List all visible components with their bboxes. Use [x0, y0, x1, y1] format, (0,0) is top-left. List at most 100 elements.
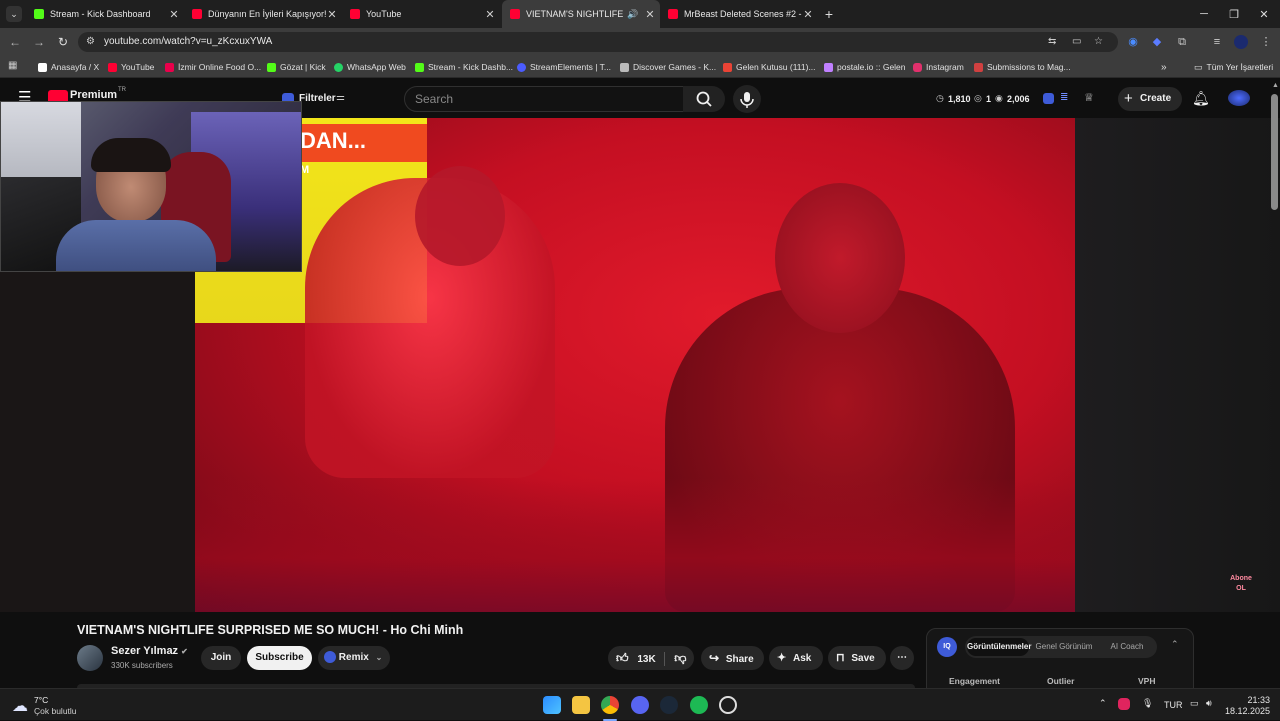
bookmarks-bar: ▦ Anasayfa / X YouTube İzmir Online Food…	[0, 56, 1280, 78]
bookmark-item[interactable]: Gelen Kutusu (111)...	[723, 60, 816, 74]
microphone-tray-icon[interactable]: 🎙︎	[1142, 698, 1153, 709]
tray-overflow-icon[interactable]: ⌃	[1099, 698, 1107, 709]
browser-tab-active[interactable]: VIETNAM'S NIGHTLIFE SUR 🔊 ✕	[502, 0, 660, 28]
new-tab-button[interactable]: +	[821, 6, 837, 22]
bookmark-item[interactable]: WhatsApp Web	[334, 60, 406, 74]
spotify-icon[interactable]	[690, 696, 708, 714]
close-window-icon[interactable]: ✕	[1248, 0, 1280, 28]
address-bar[interactable]: ⚙ youtube.com/watch?v=u_zKcxuxYWA ⇆ ▭ ☆	[78, 32, 1118, 52]
kick-icon	[620, 62, 629, 72]
network-icon[interactable]: ▭	[1190, 698, 1199, 709]
share-button[interactable]: ↪ Share	[701, 646, 764, 670]
windows-start-icon[interactable]	[543, 696, 561, 714]
bookmark-item[interactable]: postale.io :: Gelen	[824, 60, 906, 74]
discord-icon[interactable]	[631, 696, 649, 714]
reload-icon[interactable]: ↻	[55, 34, 71, 50]
save-button[interactable]: ⊓ Save	[828, 646, 886, 670]
translate-icon[interactable]: ⇆	[1048, 32, 1056, 52]
streamelements-icon	[517, 62, 526, 72]
like-count[interactable]: 13K	[637, 654, 655, 665]
bookmark-item[interactable]: Submissions to Mag...	[974, 60, 1071, 74]
browser-tab[interactable]: YouTube ✕	[342, 0, 500, 28]
account-avatar[interactable]	[1228, 90, 1250, 106]
forward-icon[interactable]: →	[31, 34, 47, 50]
browser-tab[interactable]: Stream - Kick Dashboard ✕	[26, 0, 184, 28]
steam-icon[interactable]	[660, 696, 678, 714]
video-player[interactable]: DAN... M	[195, 118, 1075, 612]
cast-icon[interactable]: ▭	[1072, 32, 1081, 52]
file-explorer-icon[interactable]	[572, 696, 590, 714]
tab-overview[interactable]: Genel Görünüm	[1033, 638, 1095, 656]
tab-title: Stream - Kick Dashboard	[50, 9, 151, 19]
voice-search-button[interactable]	[733, 85, 761, 113]
vidiq-icon[interactable]	[1043, 93, 1054, 104]
notifications-bell-icon[interactable]: 🔔︎	[1192, 90, 1210, 107]
weather-description[interactable]: Çok bulutlu	[34, 706, 77, 716]
weather-temperature[interactable]: 7°C	[34, 695, 48, 705]
profile-avatar-icon[interactable]	[1234, 35, 1248, 49]
browser-tab[interactable]: Dünyanın En İyileri Kapışıyor! 2 ✕	[184, 0, 342, 28]
close-tab-icon[interactable]: ✕	[326, 8, 338, 21]
apps-grid-icon[interactable]: ▦	[8, 60, 17, 71]
kebab-menu-icon[interactable]: ⋮	[1259, 35, 1273, 49]
bookmark-item[interactable]: Stream - Kick Dashb...	[415, 60, 513, 74]
filter-sliders-icon[interactable]: ⚌	[336, 92, 345, 103]
search-input[interactable]: Search	[404, 86, 684, 112]
tab-ai-coach[interactable]: AI Coach	[1099, 638, 1155, 656]
channel-name[interactable]: Sezer Yılmaz ✔	[111, 645, 188, 657]
restore-icon[interactable]: ❐	[1218, 0, 1250, 28]
join-button[interactable]: Join	[201, 646, 241, 670]
close-tab-icon[interactable]: ✕	[802, 8, 814, 21]
remix-button[interactable]: Remix ⌄	[318, 646, 390, 670]
whatsapp-icon	[334, 62, 343, 72]
channel-avatar[interactable]	[77, 645, 103, 671]
clock-date[interactable]: 18.12.2025	[1224, 706, 1270, 716]
tab-search-button[interactable]: ⌄	[6, 6, 22, 22]
bookmark-item[interactable]: Instagram	[913, 60, 964, 74]
bookmark-item[interactable]: Anasayfa / X	[38, 60, 99, 74]
youtube-premium-label[interactable]: Premium	[70, 89, 117, 101]
clock-time[interactable]: 21:33	[1230, 695, 1270, 705]
filters-button[interactable]: Filtreler	[299, 93, 336, 104]
tray-app-icon[interactable]	[1118, 698, 1130, 710]
chevron-up-icon[interactable]: ⌃	[1171, 639, 1179, 650]
ask-button[interactable]: ✦ Ask	[769, 646, 823, 670]
more-bookmarks-icon[interactable]: »	[1161, 60, 1167, 74]
bookmark-item[interactable]: StreamElements | T...	[517, 60, 611, 74]
close-tab-icon[interactable]: ✕	[168, 8, 180, 21]
language-indicator[interactable]: TUR	[1164, 700, 1183, 710]
browser-tab[interactable]: MrBeast Deleted Scenes #2 - Yo ✕	[660, 0, 818, 28]
vidiq-extension-icon[interactable]: ◆	[1150, 35, 1164, 49]
site-info-icon[interactable]: ⚙	[86, 32, 95, 52]
page-scrollbar-thumb[interactable]	[1271, 94, 1278, 210]
all-bookmarks-folder[interactable]: ▭ Tüm Yer İşaretleri	[1194, 60, 1273, 74]
back-icon[interactable]: ←	[7, 34, 23, 50]
bookmark-item[interactable]: Discover Games - K...	[620, 60, 716, 74]
tab-views[interactable]: Görüntülenmeler	[967, 638, 1031, 656]
close-tab-icon[interactable]: ✕	[644, 8, 656, 21]
bookmark-item[interactable]: YouTube	[108, 60, 154, 74]
close-tab-icon[interactable]: ✕	[484, 8, 496, 21]
scroll-up-arrow-icon[interactable]: ▲	[1272, 82, 1279, 89]
more-actions-icon[interactable]: ⋯	[890, 646, 914, 670]
extensions-icon[interactable]: ⧉	[1175, 35, 1189, 49]
bookmark-item[interactable]: Gözat | Kick	[267, 60, 326, 74]
reading-list-icon[interactable]: ≡	[1210, 35, 1224, 49]
vidiq-list-icon[interactable]: ≣	[1060, 92, 1068, 103]
cloud-weather-icon[interactable]: ☁	[12, 696, 28, 716]
create-button[interactable]: + Create	[1118, 87, 1182, 111]
minimize-icon[interactable]: ─	[1188, 0, 1220, 28]
abone-ol-watermark[interactable]: Abone OL	[1229, 574, 1253, 596]
like-icon[interactable]: 👍︎	[616, 651, 629, 665]
dislike-icon[interactable]: 👎︎	[674, 651, 686, 665]
bookmark-item[interactable]: İzmir Online Food O...	[165, 60, 261, 74]
trophy-icon[interactable]: ♕	[1084, 91, 1094, 104]
chrome-icon[interactable]	[601, 696, 619, 714]
bookmark-star-icon[interactable]: ☆	[1094, 32, 1103, 52]
speaker-icon[interactable]: 🔊	[626, 9, 640, 20]
obs-icon[interactable]	[719, 696, 737, 714]
search-button[interactable]	[683, 86, 725, 112]
volume-icon[interactable]: 🔊︎	[1206, 698, 1212, 709]
subscribe-button[interactable]: Subscribe	[247, 646, 312, 670]
extension-audio-icon[interactable]: ◉	[1126, 35, 1140, 49]
